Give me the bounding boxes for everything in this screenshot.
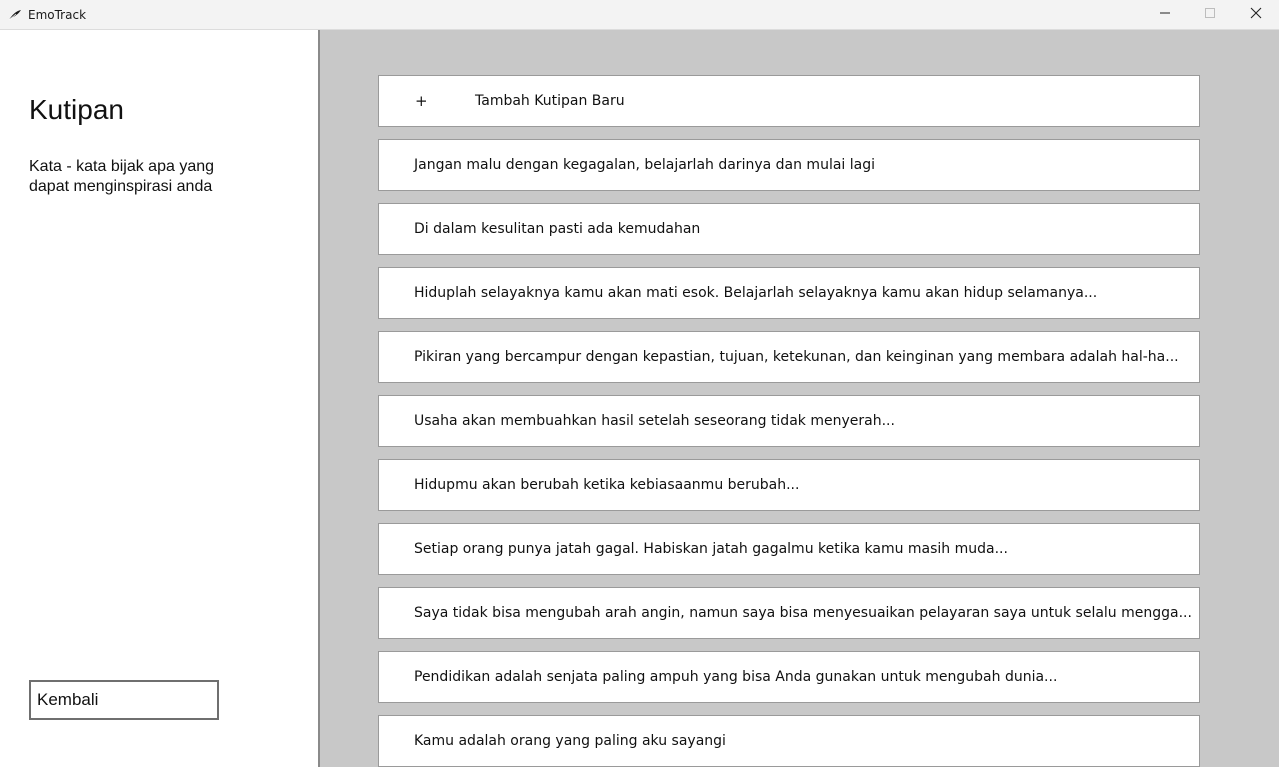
quote-item[interactable]: Pendidikan adalah senjata paling ampuh y… — [378, 651, 1200, 703]
feather-icon — [8, 8, 22, 21]
quote-item[interactable]: Setiap orang punya jatah gagal. Habiskan… — [378, 523, 1200, 575]
add-quote-label: Tambah Kutipan Baru — [475, 93, 625, 109]
minimize-icon — [1159, 6, 1171, 24]
quote-item[interactable]: Saya tidak bisa mengubah arah angin, nam… — [378, 587, 1200, 639]
add-quote-button[interactable]: + Tambah Kutipan Baru — [378, 75, 1200, 127]
quote-text: Usaha akan membuahkan hasil setelah sese… — [414, 413, 895, 429]
quote-text: Setiap orang punya jatah gagal. Habiskan… — [414, 541, 1008, 557]
quote-text: Hiduplah selayaknya kamu akan mati esok.… — [414, 285, 1098, 301]
quote-text: Saya tidak bisa mengubah arah angin, nam… — [414, 605, 1192, 621]
quote-item[interactable]: Hidupmu akan berubah ketika kebiasaanmu … — [378, 459, 1200, 511]
quote-item[interactable]: Hiduplah selayaknya kamu akan mati esok.… — [378, 267, 1200, 319]
plus-icon: + — [415, 92, 428, 110]
quote-text: Hidupmu akan berubah ketika kebiasaanmu … — [414, 477, 800, 493]
maximize-icon — [1204, 6, 1216, 24]
quote-item[interactable]: Usaha akan membuahkan hasil setelah sese… — [378, 395, 1200, 447]
close-button[interactable] — [1233, 0, 1279, 29]
app-window: EmoTrack Kutipan Kata - kata bijak apa y… — [0, 0, 1279, 767]
maximize-button[interactable] — [1187, 0, 1233, 29]
quote-panel: + Tambah Kutipan Baru Jangan malu dengan… — [320, 30, 1279, 767]
page-subtitle: Kata - kata bijak apa yang dapat mengins… — [29, 158, 215, 195]
title-bar: EmoTrack — [0, 0, 1279, 30]
close-icon — [1250, 6, 1262, 24]
quote-item[interactable]: Kamu adalah orang yang paling aku sayang… — [378, 715, 1200, 767]
quote-list: + Tambah Kutipan Baru Jangan malu dengan… — [378, 75, 1200, 767]
quote-text: Jangan malu dengan kegagalan, belajarlah… — [414, 157, 875, 173]
back-button[interactable]: Kembali — [29, 680, 219, 720]
quote-item[interactable]: Pikiran yang bercampur dengan kepastian,… — [378, 331, 1200, 383]
window-title: EmoTrack — [28, 8, 87, 22]
quote-text: Kamu adalah orang yang paling aku sayang… — [414, 733, 726, 749]
sidebar: Kutipan Kata - kata bijak apa yang dapat… — [0, 30, 320, 767]
page-title: Kutipan — [29, 94, 124, 125]
quote-text: Pendidikan adalah senjata paling ampuh y… — [414, 669, 1058, 685]
quote-text: Di dalam kesulitan pasti ada kemudahan — [414, 221, 701, 237]
quote-item[interactable]: Jangan malu dengan kegagalan, belajarlah… — [378, 139, 1200, 191]
quote-item[interactable]: Di dalam kesulitan pasti ada kemudahan — [378, 203, 1200, 255]
minimize-button[interactable] — [1142, 0, 1188, 29]
quote-text: Pikiran yang bercampur dengan kepastian,… — [414, 349, 1179, 365]
